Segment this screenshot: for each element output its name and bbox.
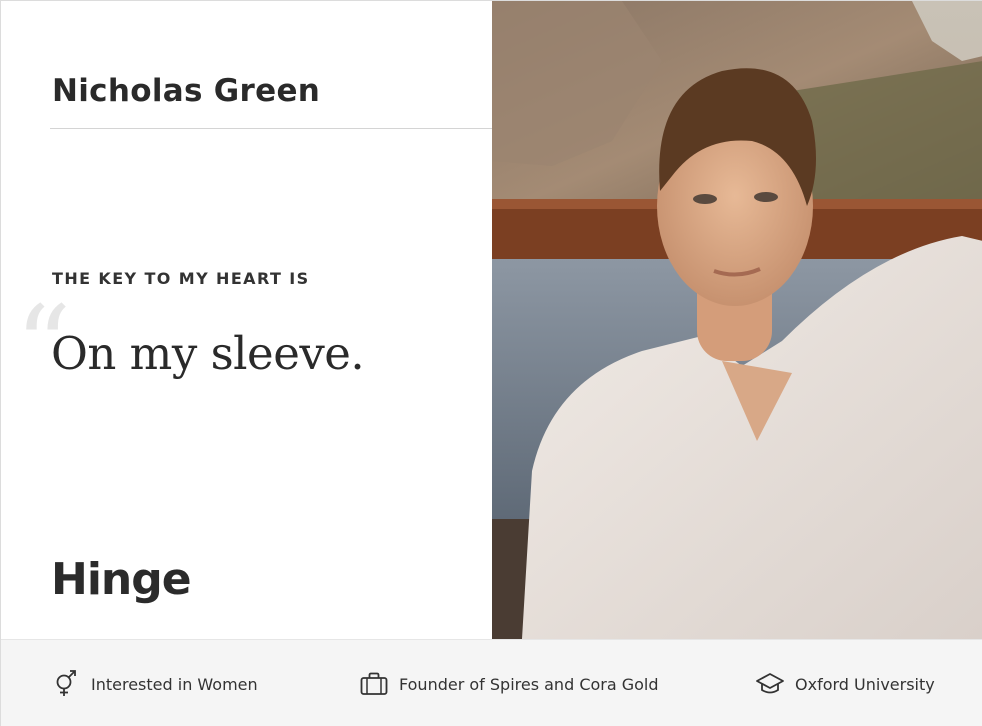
profile-photo[interactable] xyxy=(492,1,982,639)
job-text: Founder of Spires and Cora Gold xyxy=(399,674,659,694)
name-divider xyxy=(50,128,492,129)
detail-interested-in: Interested in Women xyxy=(51,640,258,726)
prompt-answer: On my sleeve. xyxy=(51,327,365,380)
profile-text-panel: Nicholas Green THE KEY TO MY HEART IS “ … xyxy=(1,1,492,639)
education-text: Oxford University xyxy=(795,674,935,694)
hinge-logo: Hinge xyxy=(51,554,192,605)
interested-in-text: Interested in Women xyxy=(91,674,258,694)
photo-illustration xyxy=(492,1,982,639)
graduation-cap-icon xyxy=(755,669,785,699)
prompt-label: THE KEY TO MY HEART IS xyxy=(52,269,310,288)
profile-details-bar: Interested in Women Founder of Spires an… xyxy=(1,639,982,726)
profile-card: Nicholas Green THE KEY TO MY HEART IS “ … xyxy=(0,0,982,726)
profile-name: Nicholas Green xyxy=(52,73,321,109)
detail-education: Oxford University xyxy=(755,640,935,726)
gender-icon xyxy=(51,669,81,699)
briefcase-icon xyxy=(359,669,389,699)
detail-job: Founder of Spires and Cora Gold xyxy=(359,640,659,726)
